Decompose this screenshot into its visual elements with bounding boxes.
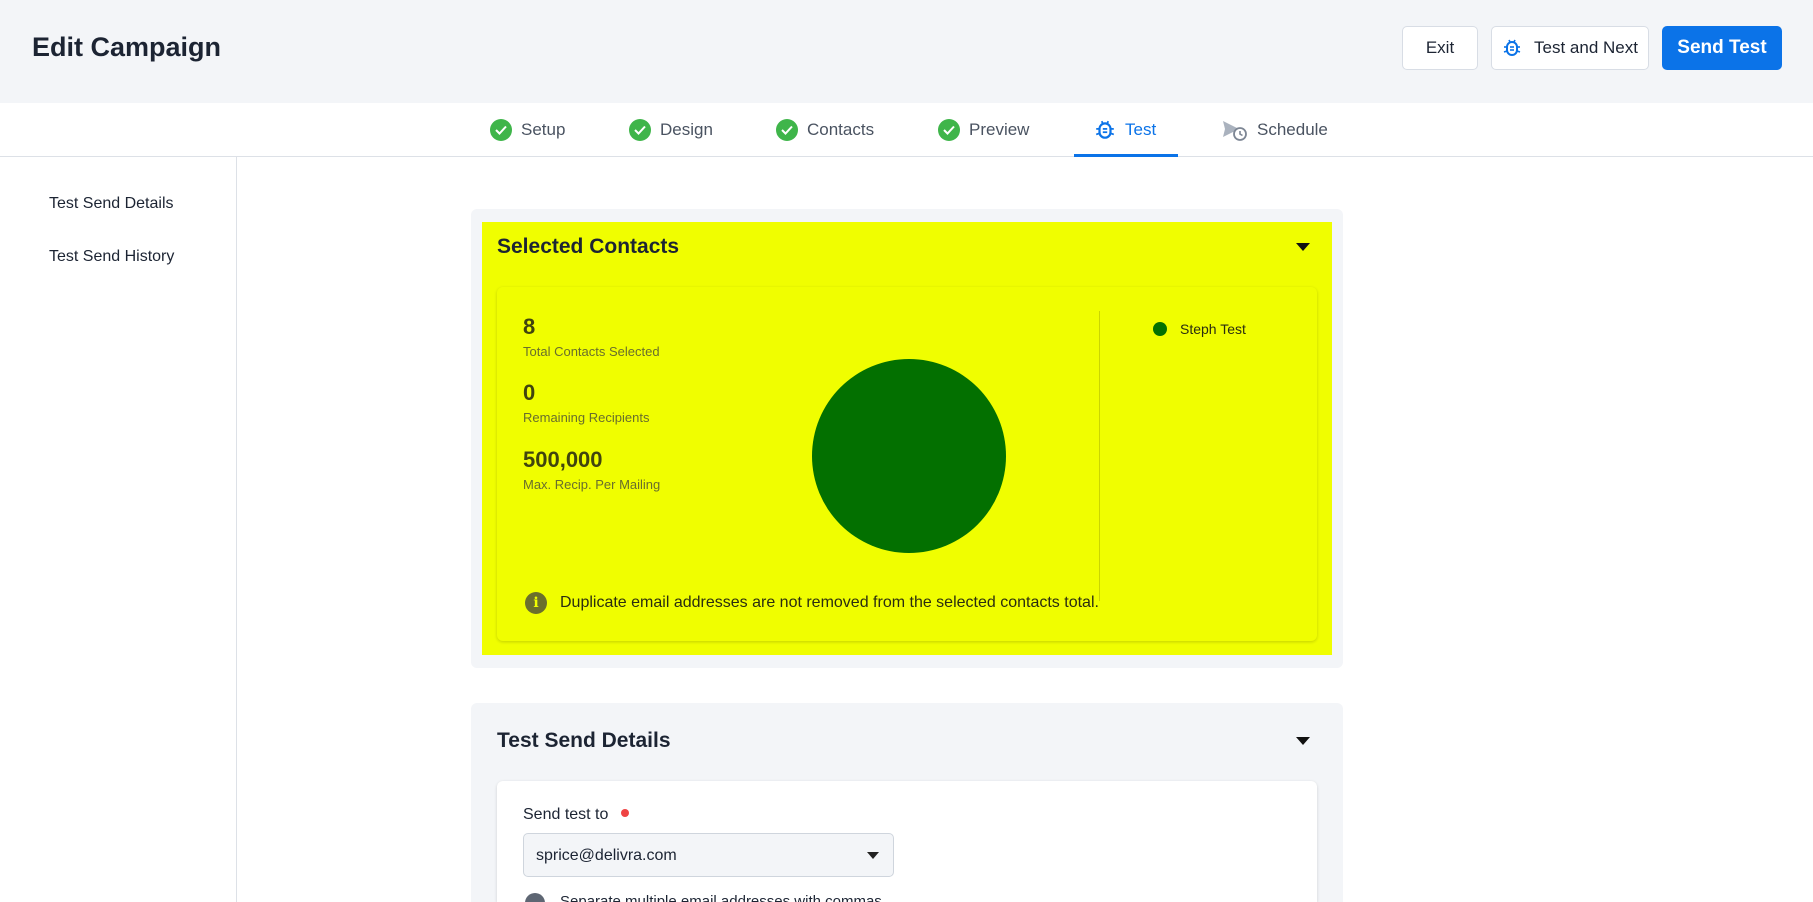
- tab-label: Design: [660, 120, 713, 139]
- collapse-caret-icon[interactable]: [1296, 737, 1310, 745]
- tab-label: Contacts: [807, 120, 875, 139]
- send-test-to-value: sprice@delivra.com: [536, 847, 677, 864]
- max-recipients-value: 500,000: [523, 447, 603, 472]
- tab-label: Schedule: [1257, 120, 1328, 139]
- legend-marker: [1153, 322, 1167, 336]
- send-test-button[interactable]: Send Test: [1662, 26, 1782, 70]
- page-title: Edit Campaign: [32, 32, 222, 62]
- collapse-caret-icon[interactable]: [1296, 243, 1310, 251]
- remaining-recipients-label: Remaining Recipients: [523, 410, 650, 425]
- tab-test[interactable]: Test: [1094, 103, 1156, 157]
- selected-contacts-title: Selected Contacts: [497, 235, 680, 258]
- sidebar-item-test-send-history[interactable]: Test Send History: [49, 248, 174, 266]
- exit-button[interactable]: Exit: [1402, 26, 1478, 70]
- test-and-next-label: Test and Next: [1534, 38, 1638, 57]
- total-contacts-value: 8: [523, 314, 536, 339]
- sidebar: Test Send Details Test Send History: [0, 157, 237, 902]
- chevron-down-icon: [867, 852, 879, 859]
- remaining-recipients-value: 0: [523, 380, 536, 405]
- bug-icon: [1095, 120, 1115, 139]
- check-circle-icon: [938, 119, 960, 141]
- tab-setup[interactable]: Setup: [490, 103, 565, 157]
- required-indicator: [621, 809, 629, 817]
- test-send-details-title: Test Send Details: [497, 729, 671, 752]
- sidebar-item-test-send-details[interactable]: Test Send Details: [49, 195, 174, 213]
- info-icon: i: [525, 592, 547, 614]
- tab-contacts[interactable]: Contacts: [776, 103, 874, 157]
- active-tab-indicator: [1074, 154, 1178, 157]
- pie-slice-steph-test: [812, 359, 1006, 553]
- send-test-hint: Separate multiple email addresses with c…: [560, 893, 882, 902]
- tab-design[interactable]: Design: [629, 103, 713, 157]
- check-circle-icon: [629, 119, 651, 141]
- test-and-next-button[interactable]: Test and Next: [1491, 26, 1649, 70]
- duplicate-info-text: Duplicate email addresses are not remove…: [560, 594, 1099, 611]
- check-circle-icon: [776, 119, 798, 141]
- chart-divider: [1099, 311, 1100, 601]
- send-test-to-label: Send test to: [523, 806, 609, 823]
- schedule-send-icon: [1223, 121, 1247, 141]
- max-recipients-label: Max. Recip. Per Mailing: [523, 477, 661, 492]
- tab-schedule[interactable]: Schedule: [1222, 103, 1328, 157]
- contacts-pie-chart: [812, 359, 1006, 553]
- wizard-tabs: Setup Design Contacts Preview Test Sched…: [0, 103, 1813, 157]
- tab-label: Test: [1125, 120, 1157, 139]
- bug-icon: [1503, 39, 1521, 56]
- tab-preview[interactable]: Preview: [938, 103, 1029, 157]
- check-circle-icon: [490, 119, 512, 141]
- tab-label: Preview: [969, 120, 1030, 139]
- page-header: Edit Campaign Exit Test and Next Send Te…: [0, 0, 1813, 103]
- total-contacts-label: Total Contacts Selected: [523, 344, 660, 359]
- tab-label: Setup: [521, 120, 566, 139]
- legend-label: Steph Test: [1180, 321, 1246, 337]
- send-test-to-select[interactable]: sprice@delivra.com: [523, 833, 894, 877]
